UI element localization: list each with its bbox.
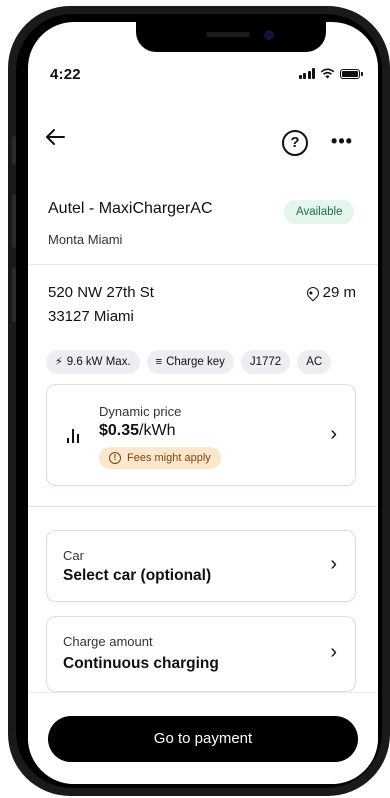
chevron-right-icon: › xyxy=(330,553,337,575)
charge-amount-value: Continuous charging xyxy=(63,655,219,672)
divider xyxy=(28,506,378,507)
divider xyxy=(28,264,378,265)
price-unit: /kWh xyxy=(139,422,176,439)
tag-label: AC xyxy=(306,356,323,368)
bolt-icon: ⚡ xyxy=(55,356,63,368)
select-car-card[interactable]: Car Select car (optional) › xyxy=(46,530,356,602)
notch xyxy=(136,22,326,52)
go-to-payment-button[interactable]: Go to payment xyxy=(48,716,358,762)
car-value: Select car (optional) xyxy=(63,567,212,584)
info-icon: ! xyxy=(109,452,121,464)
arrow-left-icon xyxy=(46,129,65,145)
tag-current-type: AC xyxy=(297,350,332,374)
charge-amount-card[interactable]: Charge amount Continuous charging › xyxy=(46,616,356,692)
fees-badge: ! Fees might apply xyxy=(99,447,221,469)
tag-power: ⚡ 9.6 kW Max. xyxy=(46,350,140,374)
chevron-right-icon: › xyxy=(330,423,337,445)
tag-charge-key: ≡ Charge key xyxy=(146,350,234,374)
price-value: $0.35/kWh xyxy=(99,422,176,440)
chevron-right-icon: › xyxy=(330,641,337,663)
status-icons xyxy=(298,68,363,79)
speaker xyxy=(206,32,250,37)
wifi-icon xyxy=(320,68,335,79)
status-badge: Available xyxy=(284,200,355,224)
front-camera xyxy=(264,30,274,40)
nfc-icon: ≡ xyxy=(155,356,163,368)
price-chart-icon xyxy=(67,429,79,443)
more-options-button[interactable]: ••• xyxy=(330,130,354,156)
distance-value: 29 m xyxy=(322,284,356,301)
address-line-1: 520 NW 27th St xyxy=(48,284,154,301)
fees-note: Fees might apply xyxy=(127,452,211,464)
distance: 29 m xyxy=(304,284,356,301)
connector-tags: ⚡ 9.6 kW Max. ≡ Charge key J1772 AC xyxy=(46,350,332,374)
tag-connector-type: J1772 xyxy=(240,350,291,374)
dynamic-price-card[interactable]: Dynamic price $0.35/kWh ! Fees might app… xyxy=(46,384,356,486)
tag-label: J1772 xyxy=(249,356,282,368)
help-button[interactable]: ? xyxy=(282,130,308,156)
address-line-2: 33127 Miami xyxy=(48,308,134,325)
price-label: Dynamic price xyxy=(99,404,182,419)
price-amount: $0.35 xyxy=(99,422,140,439)
location-pin-icon xyxy=(304,284,322,301)
app-screen: 4:22 ? ••• Autel - MaxiChargerAC Availab… xyxy=(28,22,378,784)
charge-amount-label: Charge amount xyxy=(63,634,153,649)
battery-icon xyxy=(340,68,363,79)
operator-name: Monta Miami xyxy=(48,232,123,247)
charger-name: Autel - MaxiChargerAC xyxy=(48,200,213,217)
tag-label: 9.6 kW Max. xyxy=(66,356,131,368)
car-label: Car xyxy=(63,548,84,563)
tag-label: Charge key xyxy=(166,356,225,368)
cellular-signal-icon xyxy=(298,68,315,79)
status-time: 4:22 xyxy=(50,66,81,83)
back-button[interactable] xyxy=(44,126,74,152)
